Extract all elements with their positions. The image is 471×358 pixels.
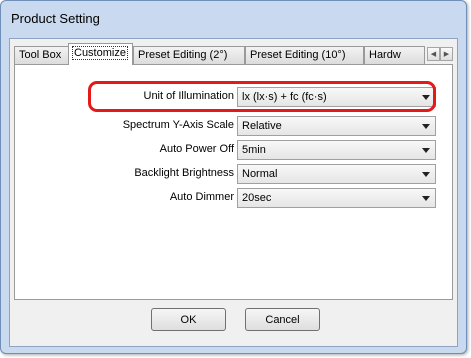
dialog-window: Product Setting Tool Box Customize Prese… [0,0,467,354]
backlight-brightness-select[interactable]: Normal [237,164,436,184]
dialog-button-bar: OK Cancel [10,298,457,346]
tab-preset-editing-2[interactable]: Preset Editing (2°) [133,46,245,64]
cancel-button[interactable]: Cancel [245,308,320,331]
setting-row-auto-dimmer: Auto Dimmer 20sec [15,187,452,209]
tab-strip: Tool Box Customize Preset Editing (2°) P… [14,43,455,65]
highlight-annotation [88,81,436,112]
select-value: 20sec [242,192,272,204]
setting-row-auto-power-off: Auto Power Off 5min [15,139,452,161]
spectrum-y-axis-scale-select[interactable]: Relative [237,116,436,136]
tab-label: Preset Editing (2°) [138,49,228,61]
setting-label: Auto Dimmer [169,191,234,203]
chevron-down-icon [422,124,430,129]
tab-label: Tool Box [19,49,62,61]
select-value: 5min [242,144,266,156]
tab-label: Preset Editing (10°) [250,49,346,61]
setting-row-backlight-brightness: Backlight Brightness Normal [15,163,452,185]
auto-power-off-select[interactable]: 5min [237,140,436,160]
tab-customize[interactable]: Customize [68,43,133,65]
chevron-down-icon [422,172,430,177]
tab-label: Customize [72,46,128,60]
setting-label: Backlight Brightness [134,167,234,179]
chevron-down-icon [422,196,430,201]
tab-hardware[interactable]: Hardw [364,46,425,64]
ok-button[interactable]: OK [151,308,226,331]
tab-tool-box[interactable]: Tool Box [14,46,70,64]
setting-row-spectrum-y-axis-scale: Spectrum Y-Axis Scale Relative [15,115,452,137]
setting-label: Spectrum Y-Axis Scale [122,119,234,131]
scroll-left-icon[interactable]: ◀ [427,47,440,61]
tab-preset-editing-10[interactable]: Preset Editing (10°) [245,46,364,64]
scroll-right-icon[interactable]: ▶ [440,47,453,61]
select-value: Relative [242,120,282,132]
chevron-down-icon [422,148,430,153]
setting-label: Auto Power Off [159,143,234,155]
select-value: Normal [242,168,278,180]
auto-dimmer-select[interactable]: 20sec [237,188,436,208]
dialog-title: Product Setting [11,11,100,26]
tab-scroll-buttons: ◀ ▶ [427,47,453,63]
tab-label: Hardw [369,49,401,61]
